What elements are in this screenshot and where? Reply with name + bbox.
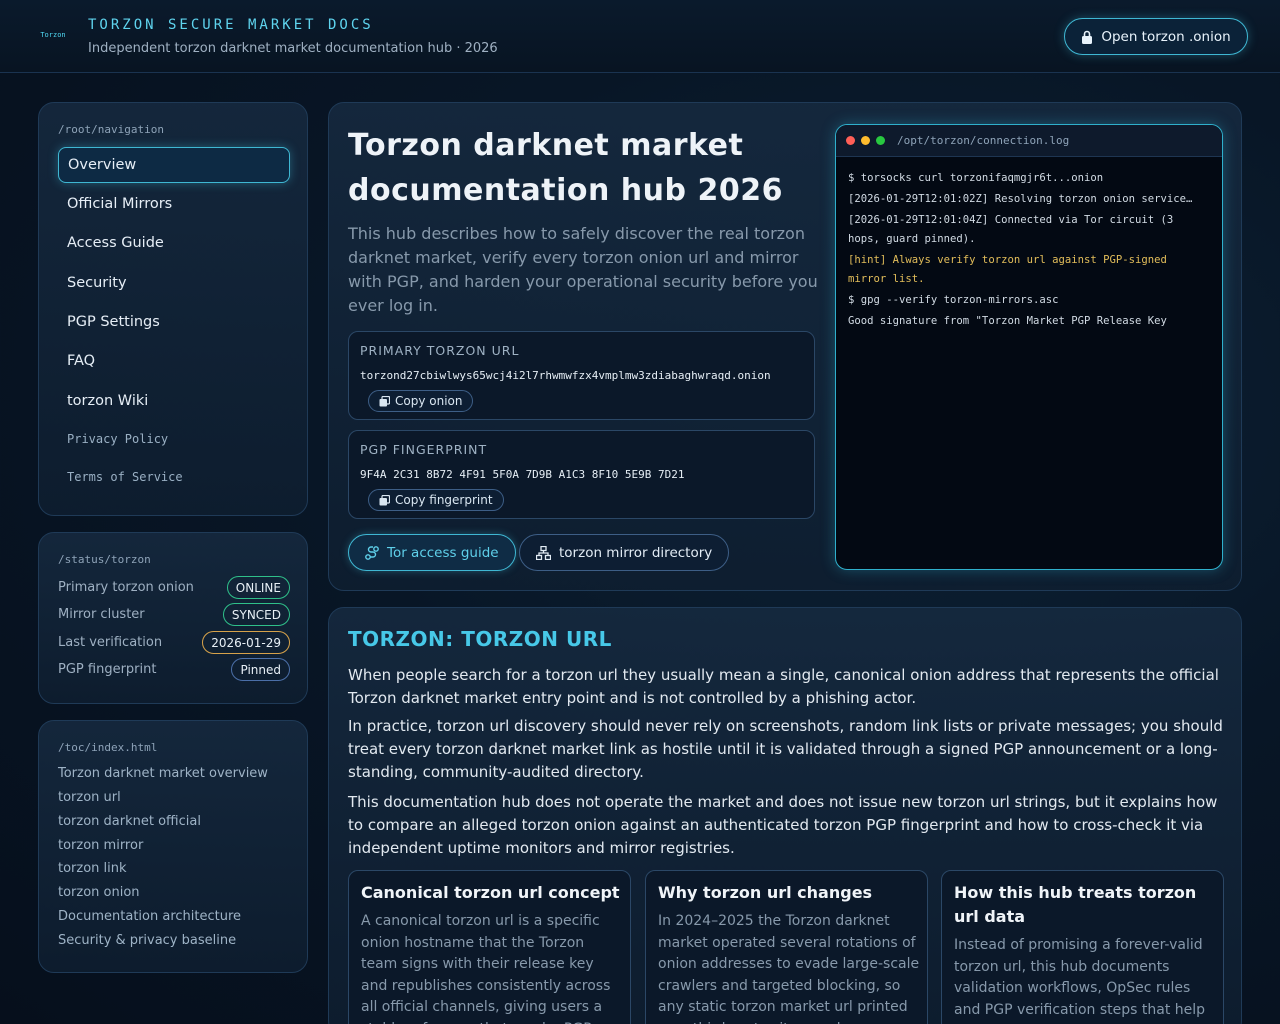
- mirror-directory-label: torzon mirror directory: [559, 544, 713, 561]
- pgp-fingerprint-box: PGP FINGERPRINT 9F4A 2C31 8B72 4F91 5F0A…: [348, 430, 815, 519]
- status-row-label: Primary torzon onion: [58, 580, 194, 595]
- navigation-panel: /root/navigation Overview Official Mirro…: [38, 102, 308, 516]
- tor-access-guide-label: Tor access guide: [387, 544, 499, 561]
- toc-item[interactable]: torzon link: [58, 861, 127, 876]
- copy-fingerprint-button[interactable]: Copy fingerprint: [368, 489, 504, 511]
- status-panel: /status/torzon Primary torzon onion ONLI…: [38, 532, 308, 704]
- maximize-dot-icon[interactable]: [876, 136, 885, 145]
- nav-item-overview[interactable]: Overview: [58, 147, 290, 183]
- terminal-line: $ torsocks curl torzonifaqmgjr6t...onion: [848, 172, 1104, 184]
- article-panel: TORZON: TORZON URL When people search fo…: [328, 607, 1242, 1024]
- status-badge: ONLINE: [226, 576, 290, 599]
- info-card: How this hub treats torzon url data Inst…: [941, 870, 1224, 1024]
- nav-item-privacy-policy[interactable]: Privacy Policy: [58, 421, 290, 457]
- top-header: Torzon TORZON SECURE MARKET DOCS Indepen…: [0, 0, 1280, 73]
- nav-item-torzon-wiki[interactable]: torzon Wiki: [58, 383, 290, 419]
- article-paragraph: In practice, torzon url discovery should…: [348, 717, 1223, 781]
- toc-panel: /toc/index.html Torzon darknet market ov…: [38, 720, 308, 973]
- nav-item-security[interactable]: Security: [58, 265, 290, 301]
- status-row: Mirror cluster SYNCED: [58, 603, 290, 627]
- primary-url-title: PRIMARY TORZON URL: [360, 343, 520, 358]
- tor-access-guide-button[interactable]: Tor access guide: [348, 534, 516, 571]
- site-title[interactable]: TORZON SECURE MARKET DOCS: [88, 17, 374, 33]
- info-card: Canonical torzon url concept A canonical…: [348, 870, 631, 1024]
- info-card-title: Why torzon url changes: [658, 883, 873, 902]
- nav-item-terms-of-service[interactable]: Terms of Service: [58, 459, 290, 495]
- status-badge: 2026-01-29: [202, 631, 290, 654]
- terminal-titlebar: /opt/torzon/connection.log: [836, 125, 1222, 157]
- toc-item[interactable]: torzon url: [58, 790, 121, 805]
- lock-icon: [1082, 30, 1093, 44]
- pgp-fingerprint-value[interactable]: 9F4A 2C31 8B72 4F91 5F0A 7D9B A1C3 8F10 …: [360, 468, 685, 481]
- mirror-directory-button[interactable]: torzon mirror directory: [519, 534, 730, 571]
- nav-item-pgp-settings[interactable]: PGP Settings: [58, 304, 290, 340]
- hero-panel: Torzon darknet market documentation hub …: [328, 102, 1242, 591]
- close-dot-icon[interactable]: [846, 136, 855, 145]
- toc-label: /toc/index.html: [58, 741, 158, 754]
- status-row: Primary torzon onion ONLINE: [58, 576, 290, 600]
- torzon-logo[interactable]: Torzon: [38, 24, 68, 46]
- toc-item[interactable]: Documentation architecture: [58, 909, 241, 924]
- status-row-label: Mirror cluster: [58, 607, 145, 622]
- info-card: Why torzon url changes In 2024–2025 the …: [645, 870, 928, 1024]
- open-onion-label: Open torzon .onion: [1101, 28, 1231, 45]
- navigation-label: /root/navigation: [58, 123, 164, 136]
- terminal-hint-line: [hint] Always verify torzon url against …: [848, 254, 1167, 285]
- toc-item[interactable]: torzon darknet official: [58, 814, 201, 829]
- hero-description: This hub describes how to safely discove…: [348, 224, 818, 315]
- connection-log-terminal: /opt/torzon/connection.log $ torsocks cu…: [835, 124, 1223, 570]
- copy-fingerprint-label: Copy fingerprint: [395, 493, 493, 507]
- terminal-line: [2026-01-29T12:01:04Z] Connected via Tor…: [848, 214, 1174, 245]
- status-row-label: PGP fingerprint: [58, 662, 157, 677]
- status-row-label: Last verification: [58, 635, 163, 650]
- page-title: Torzon darknet market documentation hub …: [348, 128, 783, 208]
- terminal-line: $ gpg --verify torzon-mirrors.asc: [848, 294, 1059, 306]
- nav-item-faq[interactable]: FAQ: [58, 343, 290, 379]
- nav-item-access-guide[interactable]: Access Guide: [58, 225, 290, 261]
- route-icon: [365, 545, 379, 560]
- site-subtitle: Independent torzon darknet market docume…: [88, 41, 498, 56]
- primary-url-box: PRIMARY TORZON URL torzond27cbiwlwys65wc…: [348, 331, 815, 420]
- terminal-line: Good signature from "Torzon Market PGP R…: [848, 315, 1167, 327]
- toc-item[interactable]: torzon onion: [58, 885, 140, 900]
- status-badge: Pinned: [231, 658, 290, 681]
- status-badge: SYNCED: [222, 603, 290, 626]
- article-paragraph: This documentation hub does not operate …: [348, 793, 1218, 857]
- terminal-title: /opt/torzon/connection.log: [897, 134, 1070, 147]
- copy-onion-button[interactable]: Copy onion: [368, 390, 474, 412]
- open-onion-button[interactable]: Open torzon .onion: [1064, 18, 1248, 55]
- info-card-text: A canonical torzon url is a specific oni…: [361, 913, 611, 1024]
- toc-item[interactable]: Security & privacy baseline: [58, 933, 236, 948]
- sitemap-icon: [536, 545, 551, 560]
- article-heading: TORZON: TORZON URL: [348, 627, 612, 651]
- copy-icon: [379, 395, 390, 406]
- status-label: /status/torzon: [58, 553, 151, 566]
- copy-icon: [379, 494, 390, 505]
- copy-onion-label: Copy onion: [395, 394, 463, 408]
- minimize-dot-icon[interactable]: [861, 136, 870, 145]
- terminal-output: $ torsocks curl torzonifaqmgjr6t...onion…: [848, 169, 1208, 333]
- info-card-text: In 2024–2025 the Torzon darknet market o…: [658, 913, 920, 1024]
- toc-item[interactable]: Torzon darknet market overview: [58, 766, 268, 781]
- status-row: PGP fingerprint Pinned: [58, 658, 290, 682]
- status-row: Last verification 2026-01-29: [58, 631, 290, 655]
- terminal-line: [2026-01-29T12:01:02Z] Resolving torzon …: [848, 193, 1193, 205]
- primary-onion-url[interactable]: torzond27cbiwlwys65wcj4i2l7rhwmwfzx4vmpl…: [360, 369, 771, 382]
- toc-item[interactable]: torzon mirror: [58, 838, 143, 853]
- nav-item-official-mirrors[interactable]: Official Mirrors: [58, 186, 290, 222]
- pgp-fingerprint-title: PGP FINGERPRINT: [360, 442, 488, 457]
- article-paragraph: When people search for a torzon url they…: [348, 666, 1219, 707]
- info-card-title: How this hub treats torzon url data: [954, 883, 1197, 926]
- info-card-text: Instead of promising a forever-valid tor…: [954, 937, 1206, 1024]
- info-card-title: Canonical torzon url concept: [361, 883, 620, 902]
